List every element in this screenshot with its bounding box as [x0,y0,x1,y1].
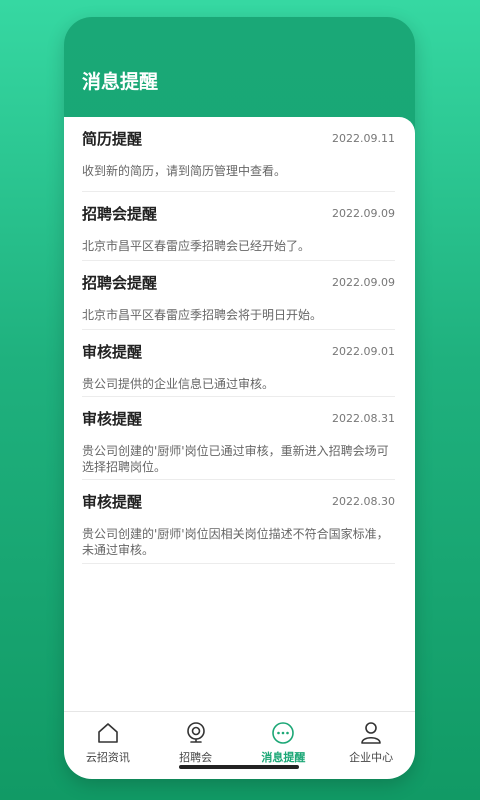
message-item[interactable]: 招聘会提醒 2022.09.09 北京市昌平区春雷应季招聘会已经开始了。 [82,192,395,261]
message-header: 招聘会提醒 2022.09.09 [82,192,395,228]
tab-news[interactable]: 云招资讯 [64,712,152,779]
message-date: 2022.08.30 [332,494,395,508]
message-date: 2022.09.11 [332,131,395,145]
tab-label: 消息提醒 [261,751,306,764]
message-body: 北京市昌平区春雷应季招聘会将于明日开始。 [82,308,323,322]
message-item[interactable]: 招聘会提醒 2022.09.09 北京市昌平区春雷应季招聘会将于明日开始。 [82,261,395,330]
message-list: 简历提醒 2022.09.11 收到新的简历，请到简历管理中查看。 招聘会提醒 … [82,117,395,564]
message-item[interactable]: 简历提醒 2022.09.11 收到新的简历，请到简历管理中查看。 [82,117,395,192]
phone-frame: 消息提醒 简历提醒 2022.09.11 收到新的简历，请到简历管理中查看。 招… [64,17,415,779]
app-screen: 消息提醒 简历提醒 2022.09.11 收到新的简历，请到简历管理中查看。 招… [64,17,415,779]
message-date: 2022.09.09 [332,275,395,289]
message-date: 2022.09.09 [332,206,395,220]
message-header: 招聘会提醒 2022.09.09 [82,261,395,297]
message-title: 审核提醒 [82,492,143,511]
tab-company-center[interactable]: 企业中心 [327,712,415,779]
message-header: 审核提醒 2022.09.01 [82,330,395,366]
message-panel: 简历提醒 2022.09.11 收到新的简历，请到简历管理中查看。 招聘会提醒 … [64,117,415,712]
home-icon [98,723,118,743]
message-item[interactable]: 审核提醒 2022.09.01 贵公司提供的企业信息已通过审核。 [82,330,395,397]
camera-icon [186,722,205,743]
message-title: 招聘会提醒 [82,204,158,223]
message-title: 招聘会提醒 [82,273,158,292]
page-title: 消息提醒 [82,71,159,93]
home-indicator[interactable] [179,765,299,769]
tab-label: 企业中心 [349,751,394,764]
user-icon [361,722,381,744]
message-body: 北京市昌平区春雷应季招聘会已经开始了。 [82,239,311,253]
message-item[interactable]: 审核提醒 2022.08.31 贵公司创建的'厨师'岗位已通过审核，重新进入招聘… [82,397,395,480]
message-title: 审核提醒 [82,409,143,428]
tab-label: 云招资讯 [85,751,130,764]
message-header: 审核提醒 2022.08.30 [82,480,395,516]
message-date: 2022.09.01 [332,344,395,358]
message-body: 收到新的简历，请到简历管理中查看。 [82,164,287,178]
message-title: 简历提醒 [82,129,143,148]
message-title: 审核提醒 [82,342,143,361]
message-body: 贵公司创建的'厨师'岗位因相关岗位描述不符合国家标准，未通过审核。 [82,527,389,557]
message-date: 2022.08.31 [332,411,395,425]
message-header: 简历提醒 2022.09.11 [82,117,395,153]
message-header: 审核提醒 2022.08.31 [82,397,395,433]
tab-label: 招聘会 [179,751,213,764]
message-icon [272,722,295,744]
message-body: 贵公司创建的'厨师'岗位已通过审核，重新进入招聘会场可选择招聘岗位。 [82,444,389,474]
message-item[interactable]: 审核提醒 2022.08.30 贵公司创建的'厨师'岗位因相关岗位描述不符合国家… [82,480,395,564]
